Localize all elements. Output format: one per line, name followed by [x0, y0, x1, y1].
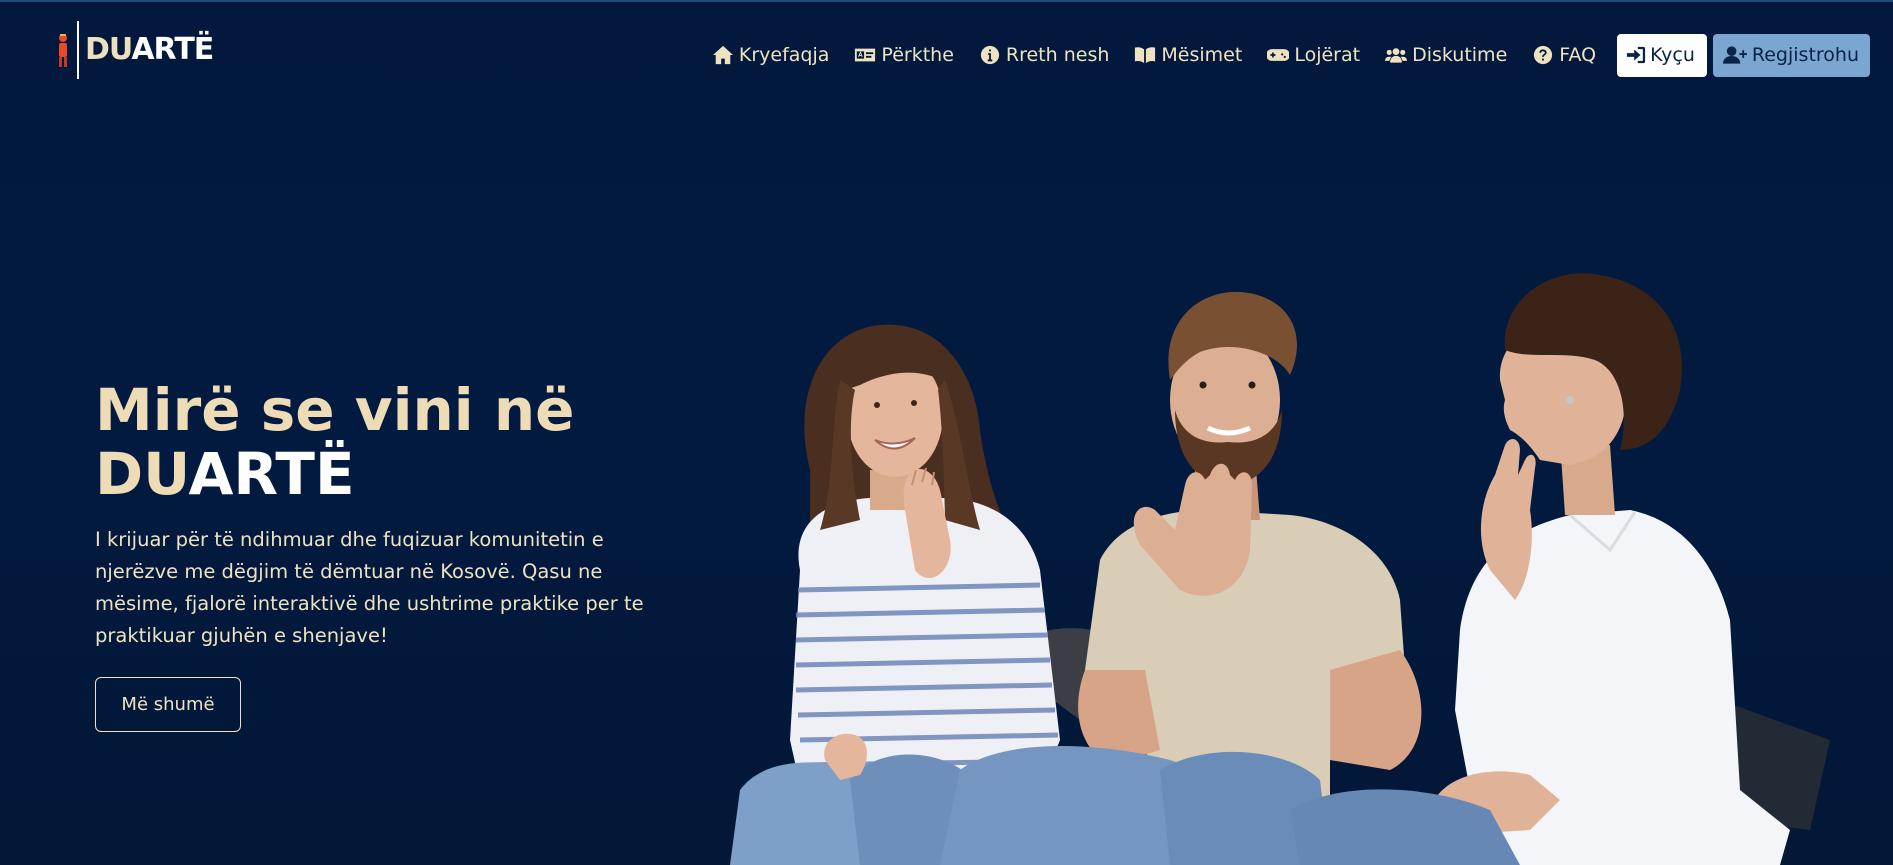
nav-label: Lojërat	[1294, 44, 1361, 66]
gamepad-icon	[1267, 49, 1290, 61]
book-open-icon	[1135, 47, 1156, 64]
register-button[interactable]: Regjistrohu	[1712, 33, 1870, 77]
hero-people-image	[730, 273, 1830, 865]
nav-item-kryefaqja[interactable]: Kryefaqja	[712, 33, 830, 77]
nav-item-perkthe[interactable]: Përkthe	[854, 33, 954, 77]
logo-figure-icon	[59, 34, 67, 67]
hero-description: I krijuar për të ndihmuar dhe fuqizuar k…	[95, 528, 644, 647]
page: DUARTË Kryefaqja Përkthe Rreth nesh Mësi…	[0, 0, 1893, 865]
nav-label: Mësimet	[1161, 44, 1243, 66]
nav-label: Përkthe	[881, 44, 954, 66]
hero-title-brand-b: ARTË	[188, 440, 355, 508]
nav-label: Diskutime	[1412, 44, 1508, 66]
nav-item-rreth-nesh[interactable]: Rreth nesh	[979, 33, 1110, 77]
nav-label: FAQ	[1559, 44, 1597, 66]
nav-item-faq[interactable]: FAQ	[1532, 33, 1596, 77]
info-circle-icon	[980, 45, 999, 65]
logo-divider	[77, 21, 79, 79]
hero-title-brand-a: DU	[95, 440, 189, 508]
nav-label: Kryefaqja	[738, 44, 830, 66]
register-label: Regjistrohu	[1751, 44, 1859, 66]
nav-label: Rreth nesh	[1005, 44, 1110, 66]
login-label: Kyçu	[1650, 44, 1695, 66]
main-nav: Kryefaqja Përkthe Rreth nesh Mësimet Loj…	[712, 33, 1870, 77]
sign-in-icon	[1626, 46, 1646, 64]
user-plus-icon	[1722, 46, 1747, 64]
users-icon	[1385, 48, 1408, 63]
more-button[interactable]: Më shumë	[95, 677, 241, 732]
logo-wordmark: DUARTË	[85, 32, 214, 67]
hero-title: Mirë se vini në DUARTË	[95, 378, 574, 506]
nav-item-diskutime[interactable]: Diskutime	[1385, 33, 1507, 77]
nav-item-mesimet[interactable]: Mësimet	[1134, 33, 1242, 77]
question-circle-icon	[1534, 45, 1553, 65]
id-card-icon	[855, 48, 876, 62]
home-icon	[712, 45, 733, 65]
hero-title-line1: Mirë se vini në	[95, 376, 575, 444]
nav-item-lojerat[interactable]: Lojërat	[1267, 33, 1360, 77]
login-button[interactable]: Kyçu	[1617, 33, 1707, 77]
top-border	[0, 0, 1893, 2]
logo[interactable]: DUARTË	[55, 20, 214, 80]
